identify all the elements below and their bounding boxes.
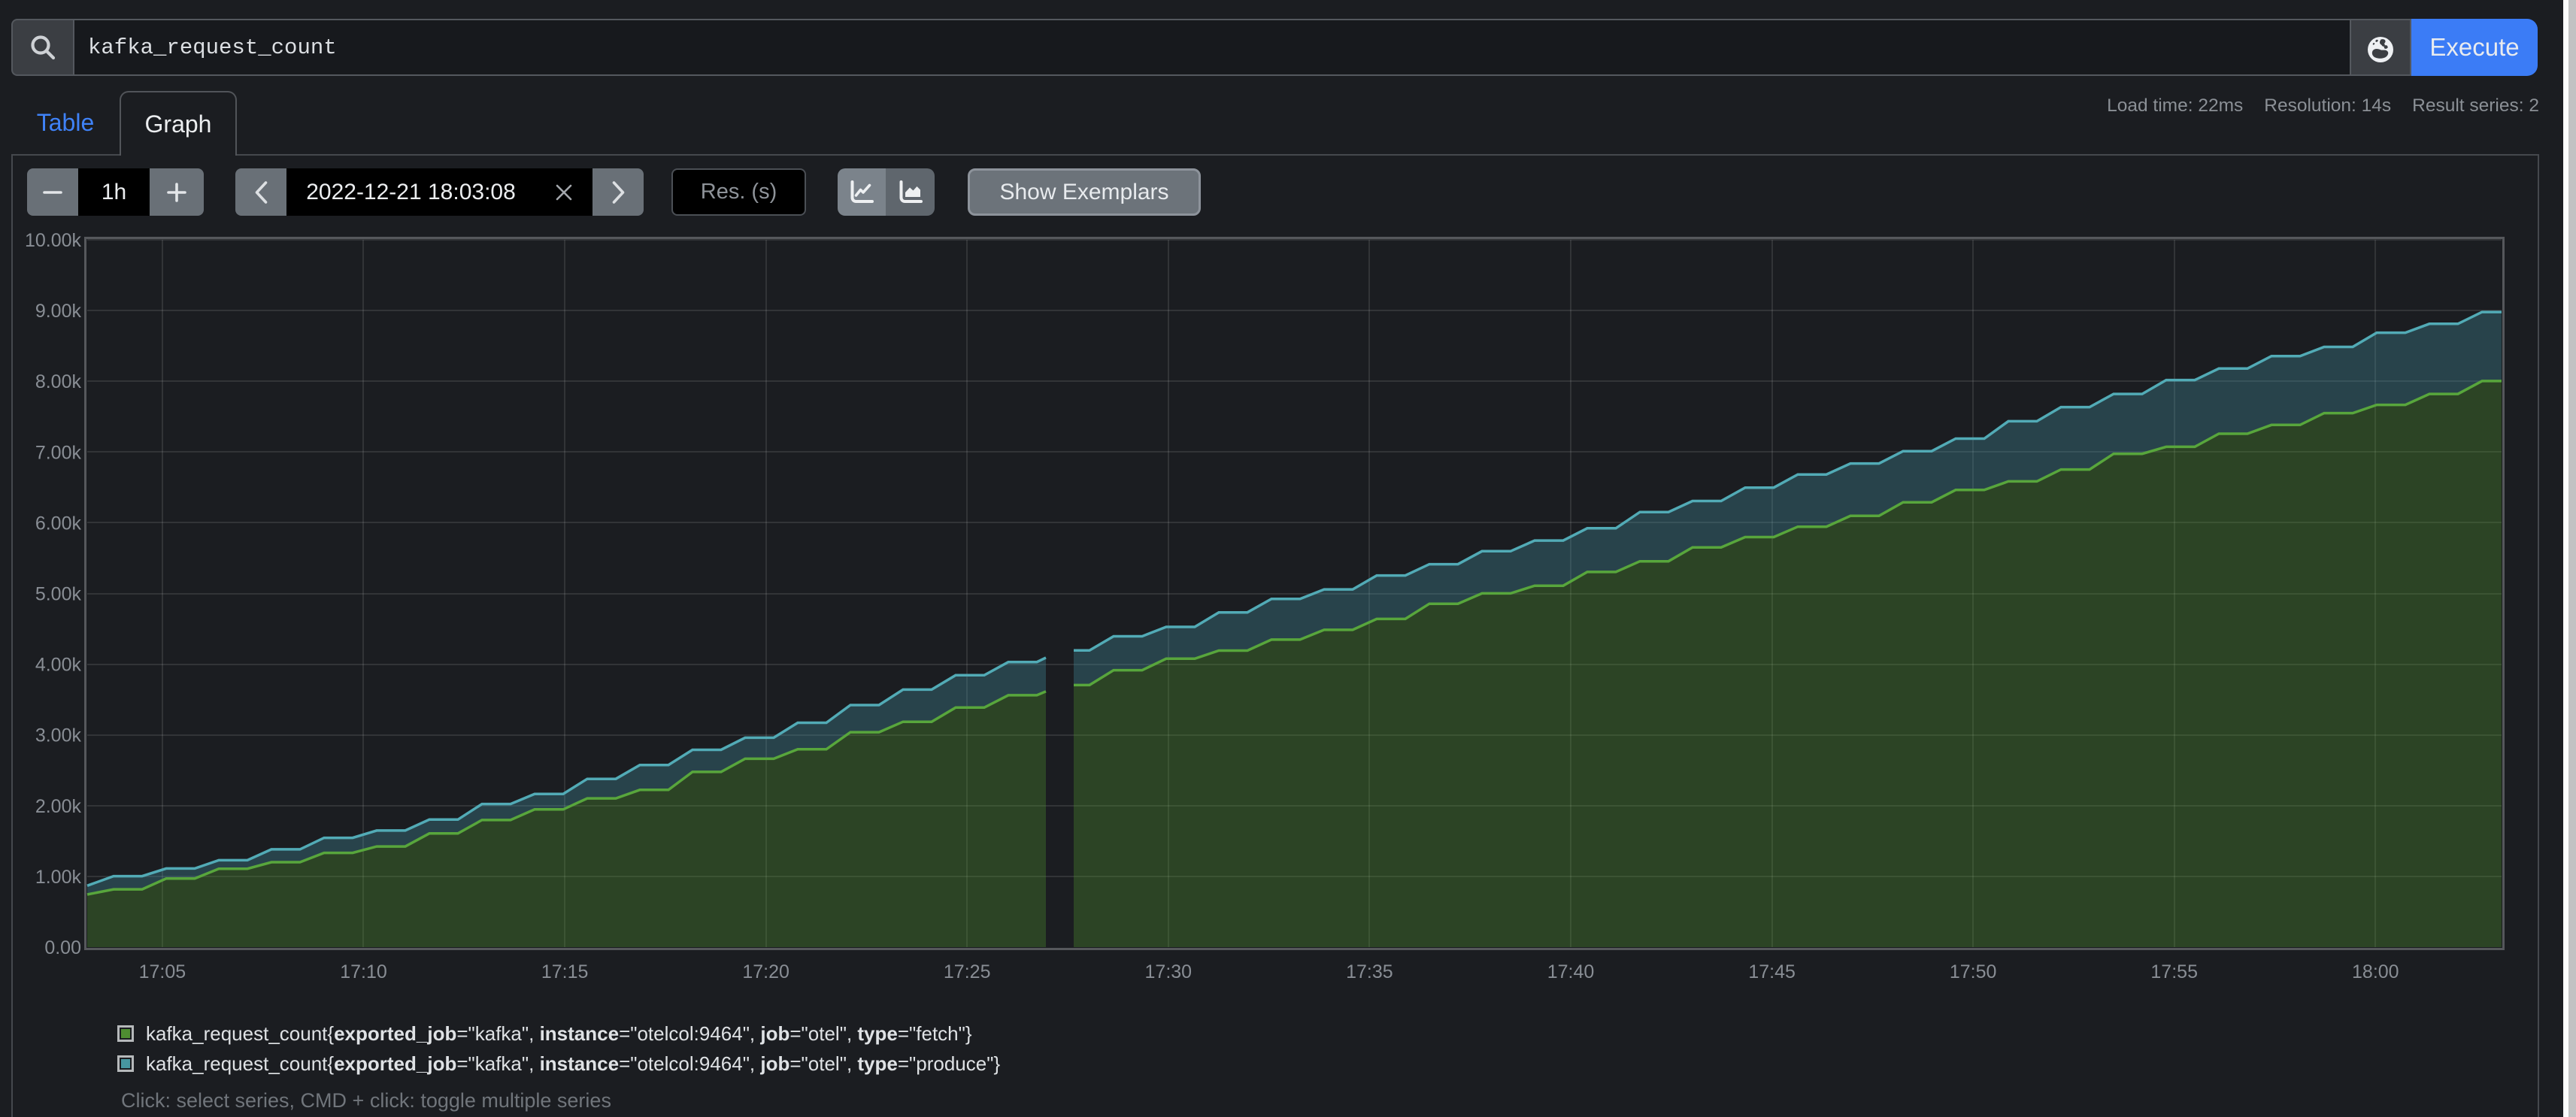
svg-text:3.00k: 3.00k [35,725,82,746]
svg-text:8.00k: 8.00k [35,371,82,392]
svg-text:2.00k: 2.00k [35,796,82,817]
svg-text:4.00k: 4.00k [35,655,82,676]
svg-text:5.00k: 5.00k [35,584,82,605]
svg-text:9.00k: 9.00k [35,301,82,322]
svg-text:17:10: 17:10 [340,961,387,982]
svg-text:17:25: 17:25 [944,961,991,982]
svg-text:17:50: 17:50 [1950,961,1997,982]
svg-text:1.00k: 1.00k [35,867,82,888]
svg-text:0.00: 0.00 [44,937,81,958]
svg-text:17:45: 17:45 [1748,961,1796,982]
svg-text:10.00k: 10.00k [25,230,82,251]
svg-text:17:20: 17:20 [742,961,789,982]
svg-text:17:35: 17:35 [1346,961,1393,982]
svg-text:17:15: 17:15 [541,961,589,982]
svg-text:17:40: 17:40 [1547,961,1595,982]
svg-text:17:05: 17:05 [139,961,186,982]
svg-text:17:55: 17:55 [2150,961,2198,982]
svg-text:17:30: 17:30 [1145,961,1193,982]
svg-text:7.00k: 7.00k [35,442,82,463]
svg-text:18:00: 18:00 [2352,961,2399,982]
svg-text:6.00k: 6.00k [35,513,82,534]
